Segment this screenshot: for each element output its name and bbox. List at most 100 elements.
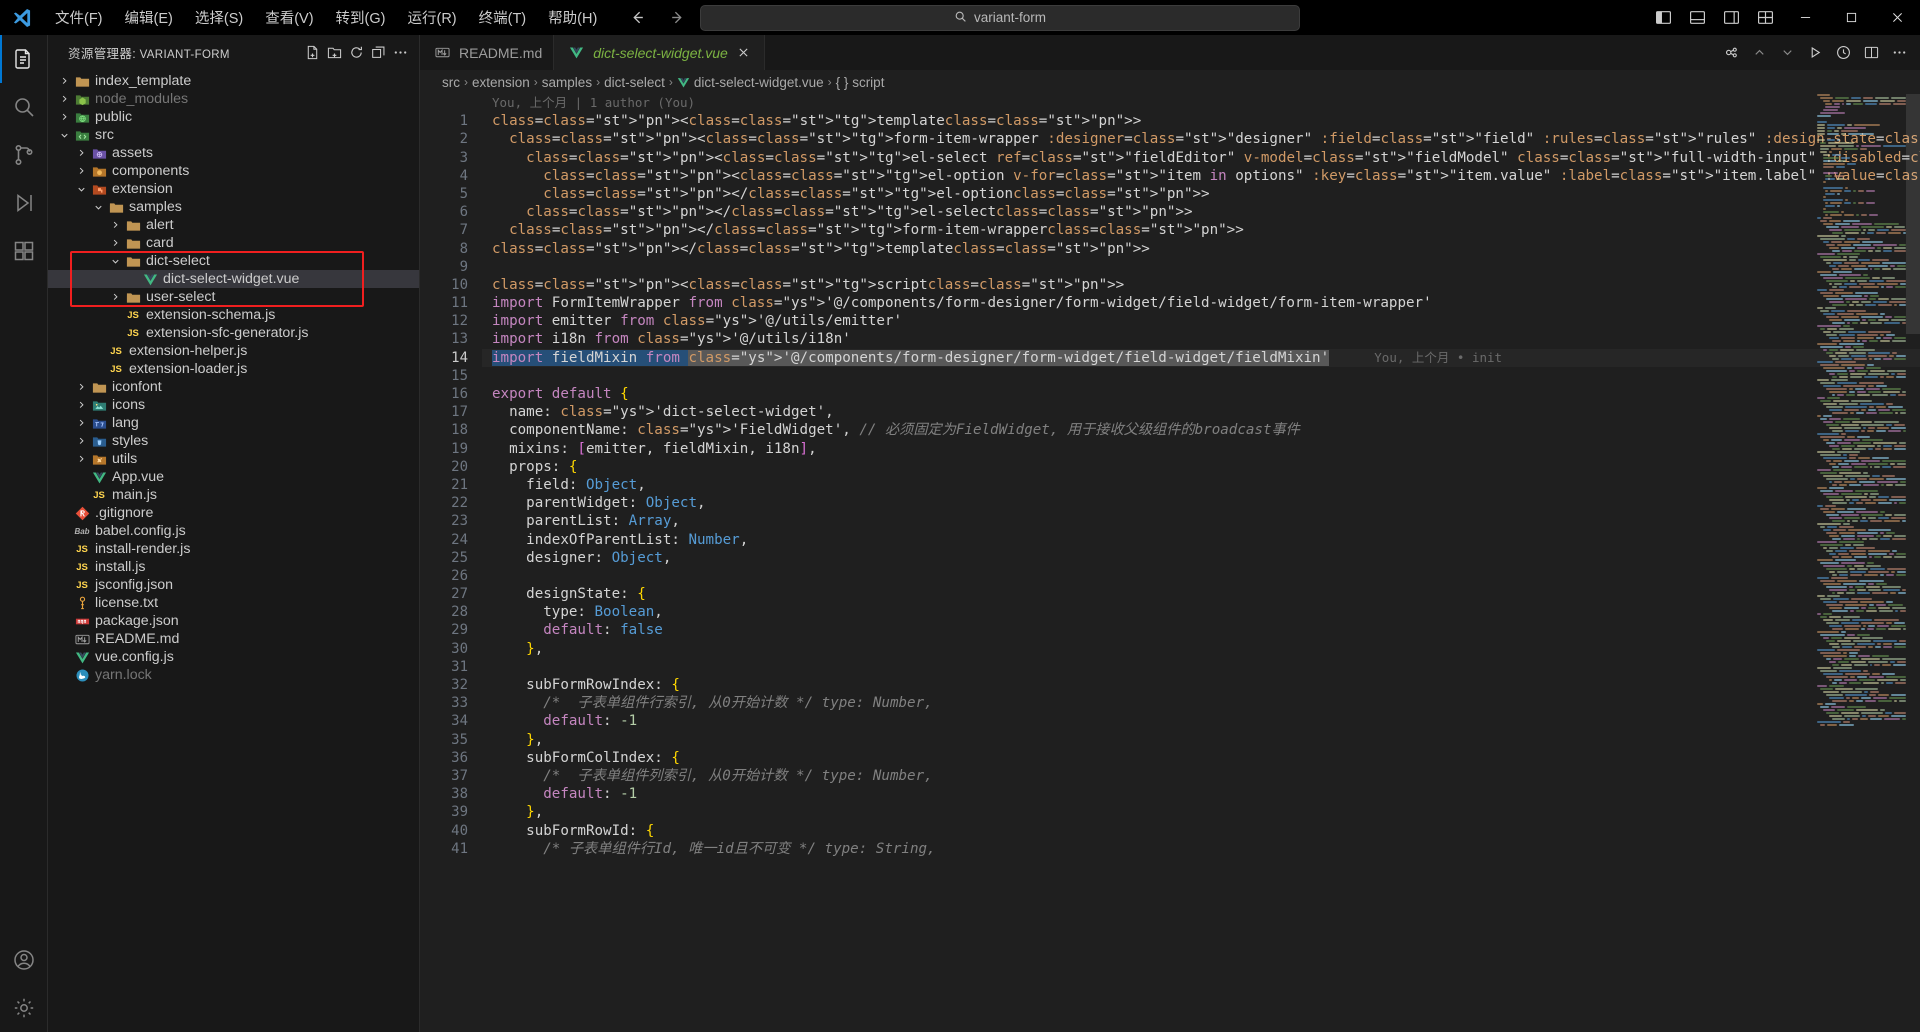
code-content[interactable]: You, 上个月 | 1 author (You) class=class="st… (482, 94, 1920, 1032)
tree-folder-utils[interactable]: utils (48, 450, 419, 468)
tree-folder-lang[interactable]: lang (48, 414, 419, 432)
tree-folder-index-template[interactable]: index_template (48, 72, 419, 90)
new-file-icon[interactable] (301, 42, 323, 64)
tree-folder-icons[interactable]: icons (48, 396, 419, 414)
run-icon[interactable] (1802, 39, 1828, 67)
code-line[interactable]: /* 子表单组件行Id, 唯一id且不可变 */ type: String, (482, 840, 1920, 858)
code-line[interactable]: /* 子表单组件行索引, 从0开始计数 */ type: Number, (482, 694, 1920, 712)
tree-file-extension-helper-js[interactable]: JS extension-helper.js (48, 342, 419, 360)
tree-file-readme-md[interactable]: README.md (48, 630, 419, 648)
code-line[interactable]: import emitter from class="ys">'@/utils/… (482, 312, 1920, 330)
tree-file-extension-sfc-generator-js[interactable]: JS extension-sfc-generator.js (48, 324, 419, 342)
tree-file-install-render-js[interactable]: JS install-render.js (48, 540, 419, 558)
menu-run[interactable]: 运行(R) (396, 0, 467, 35)
menu-edit[interactable]: 编辑(E) (114, 0, 184, 35)
tree-folder-components[interactable]: components (48, 162, 419, 180)
tree-file-yarn-lock[interactable]: yarn.lock (48, 666, 419, 684)
code-line[interactable] (482, 258, 1920, 276)
code-line[interactable]: }, (482, 640, 1920, 658)
code-line[interactable]: import fieldMixin from class="ys">'@/com… (482, 349, 1920, 367)
code-line[interactable]: default: false (482, 621, 1920, 639)
minimap[interactable] (1814, 94, 1906, 1032)
chevron-right-icon[interactable] (73, 400, 89, 411)
code-line[interactable]: type: Boolean, (482, 603, 1920, 621)
breadcrumb-item[interactable]: { } script (836, 75, 885, 90)
tree-folder-card[interactable]: card (48, 234, 419, 252)
chevron-down-icon[interactable] (73, 184, 89, 195)
tree-file-jsconfig-json[interactable]: JS jsconfig.json (48, 576, 419, 594)
code-line[interactable]: class=class="st">"pn"></class=class="st"… (482, 221, 1920, 239)
tree-folder-src[interactable]: src (48, 126, 419, 144)
tree-file-main-js[interactable]: JS main.js (48, 486, 419, 504)
tree-folder-extension[interactable]: extension (48, 180, 419, 198)
tab-dict-select-widget[interactable]: dict-select-widget.vue (554, 35, 765, 70)
tree-folder-dict-select[interactable]: dict-select (48, 252, 419, 270)
code-line[interactable]: class=class="st">"pn"></class=class="st"… (482, 185, 1920, 203)
activity-source-control-button[interactable] (0, 131, 48, 179)
code-line[interactable] (482, 367, 1920, 385)
tree-folder-user-select[interactable]: user-select (48, 288, 419, 306)
code-line[interactable]: subFormColIndex: { (482, 749, 1920, 767)
tree-file-babel-config-js[interactable]: Bab babel.config.js (48, 522, 419, 540)
code-line[interactable]: field: Object, (482, 476, 1920, 494)
menu-help[interactable]: 帮助(H) (537, 0, 608, 35)
breadcrumb-item[interactable]: dict-select (604, 75, 665, 90)
command-center[interactable]: variant-form (700, 4, 1300, 31)
tree-folder-styles[interactable]: styles (48, 432, 419, 450)
toggle-panel-icon[interactable] (1680, 0, 1714, 35)
chevron-right-icon[interactable] (73, 436, 89, 447)
tree-file-app-vue[interactable]: App.vue (48, 468, 419, 486)
code-line[interactable]: class=class="st">"pn"><class=class="st">… (482, 130, 1920, 148)
chevron-down-icon[interactable] (90, 202, 106, 213)
chevron-right-icon[interactable] (73, 382, 89, 393)
code-line[interactable]: class=class="st">"pn"></class=class="st"… (482, 203, 1920, 221)
menu-terminal[interactable]: 终端(T) (468, 0, 538, 35)
code-line[interactable]: import i18n from class="ys">'@/utils/i18… (482, 330, 1920, 348)
code-line[interactable]: componentName: class="ys">'FieldWidget',… (482, 421, 1920, 439)
code-line[interactable]: class=class="st">"pn"><class=class="st">… (482, 276, 1920, 294)
breadcrumb[interactable]: src › extension › samples › dict-select › dict-s… (420, 70, 1920, 94)
menu-go[interactable]: 转到(G) (325, 0, 397, 35)
tree-folder-iconfont[interactable]: iconfont (48, 378, 419, 396)
refresh-icon[interactable] (345, 42, 367, 64)
chevron-down-icon[interactable] (56, 130, 72, 141)
activity-accounts-button[interactable] (0, 936, 48, 984)
close-icon[interactable] (1874, 0, 1920, 35)
tree-file-license-txt[interactable]: license.txt (48, 594, 419, 612)
tree-folder-samples[interactable]: samples (48, 198, 419, 216)
code-line[interactable]: props: { (482, 458, 1920, 476)
tree-folder-assets[interactable]: assets (48, 144, 419, 162)
tree-file-install-js[interactable]: JS install.js (48, 558, 419, 576)
code-line[interactable]: class=class="st">"pn"></class=class="st"… (482, 240, 1920, 258)
code-line[interactable]: subFormRowId: { (482, 822, 1920, 840)
tree-folder-node-modules[interactable]: node_modules (48, 90, 419, 108)
code-line[interactable] (482, 658, 1920, 676)
breadcrumb-item[interactable]: extension (472, 75, 530, 90)
scrollbar-thumb[interactable] (1906, 94, 1920, 334)
run-alt-icon[interactable] (1718, 39, 1744, 67)
preview-icon[interactable] (1830, 39, 1856, 67)
more-actions-icon[interactable] (1886, 39, 1912, 67)
code-line[interactable]: parentWidget: Object, (482, 494, 1920, 512)
code-line[interactable]: designer: Object, (482, 549, 1920, 567)
breadcrumb-item[interactable]: samples (542, 75, 592, 90)
tree-file-extension-schema-js[interactable]: JS extension-schema.js (48, 306, 419, 324)
activity-extensions-button[interactable] (0, 227, 48, 275)
activity-run-debug-button[interactable] (0, 179, 48, 227)
more-actions-icon[interactable] (389, 42, 411, 64)
navigate-back-button[interactable] (620, 0, 654, 35)
chevron-down-icon[interactable] (1774, 39, 1800, 67)
code-line[interactable]: default: -1 (482, 712, 1920, 730)
customize-layout-icon[interactable] (1748, 0, 1782, 35)
code-line[interactable]: name: class="ys">'dict-select-widget', (482, 403, 1920, 421)
code-line[interactable]: class=class="st">"pn"><class=class="st">… (482, 167, 1920, 185)
breadcrumb-item[interactable]: dict-select-widget.vue (694, 75, 824, 90)
code-line[interactable]: class=class="st">"pn"><class=class="st">… (482, 149, 1920, 167)
chevron-right-icon[interactable] (73, 166, 89, 177)
code-line[interactable] (482, 567, 1920, 585)
code-line[interactable]: designState: { (482, 585, 1920, 603)
activity-search-button[interactable] (0, 83, 48, 131)
activity-explorer-button[interactable] (0, 35, 48, 83)
code-line[interactable]: parentList: Array, (482, 512, 1920, 530)
code-line[interactable]: indexOfParentList: Number, (482, 531, 1920, 549)
